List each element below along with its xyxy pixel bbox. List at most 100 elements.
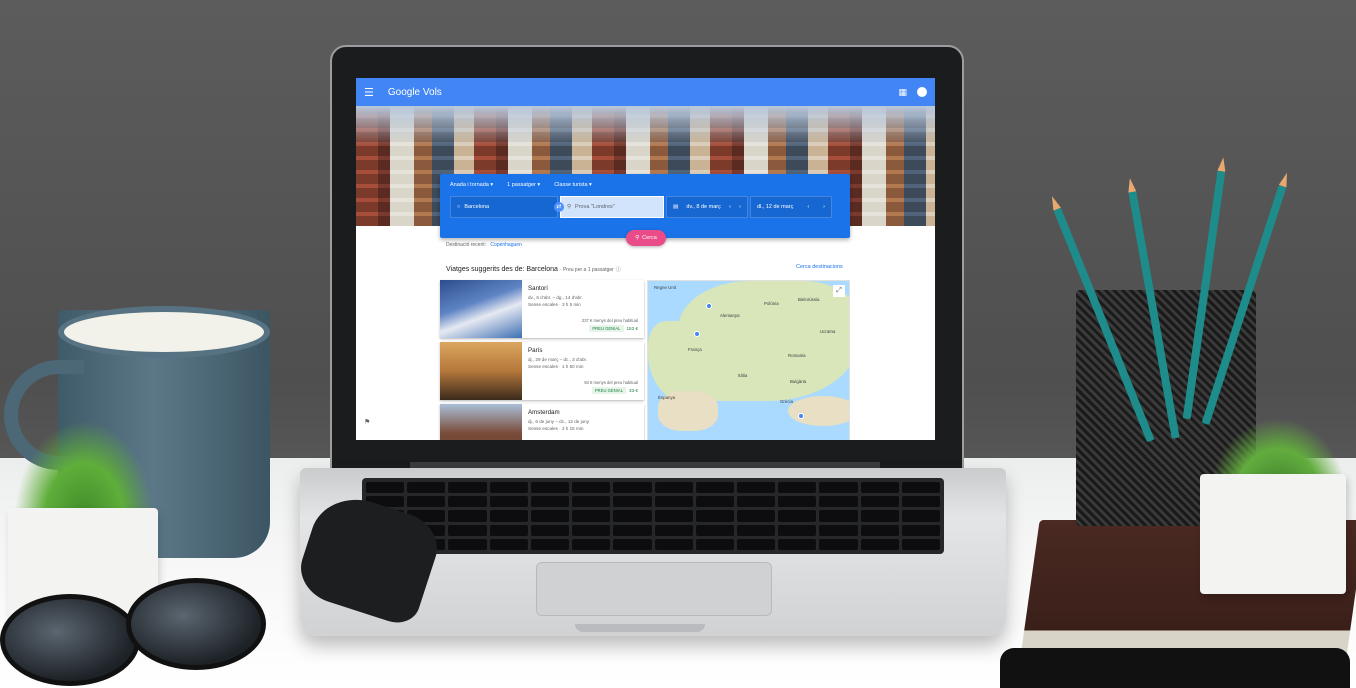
keyboard-key — [572, 510, 611, 522]
card-price-row: PREU GENIAL 33 € — [591, 387, 638, 394]
keyboard-key — [489, 482, 528, 494]
card-city: París — [528, 347, 543, 354]
keyboard-key — [489, 524, 528, 536]
keyboard-key — [736, 524, 776, 536]
trip-type-select[interactable]: Anada i tornada — [450, 182, 493, 188]
trackpad — [536, 562, 772, 616]
map-label: Romania — [788, 353, 806, 358]
keyboard-key — [736, 482, 776, 494]
map-label: Espanya — [658, 395, 676, 400]
map-label: Polònia — [764, 301, 779, 306]
keyboard-key — [819, 510, 858, 522]
card-body: Santorí dv., 6 d'abr. – dg., 14 d'abr. S… — [522, 280, 644, 338]
return-date-field[interactable]: dl., 12 de març ‹ › — [750, 196, 832, 218]
keyboard-key — [366, 482, 405, 494]
suggestion-cards: Santorí dv., 6 d'abr. – dg., 14 d'abr. S… — [440, 280, 644, 440]
main-content: Destinació recent: Copenhaguen Viatges s… — [356, 226, 935, 440]
keyboard-key — [448, 496, 487, 508]
laptop-screen: ☰ Google Vols ▦ Anada i tornada 1 passat… — [356, 78, 935, 440]
keyboard-key — [530, 482, 570, 494]
card-body: Amsterdam dj., 6 de juny – dc., 12 de ju… — [522, 404, 644, 440]
keyboard-key — [613, 510, 652, 522]
map-label: Ucraïna — [820, 329, 836, 334]
passengers-select[interactable]: 1 passatger — [507, 182, 540, 188]
keyboard-key — [736, 496, 776, 508]
card-body: París dj., 29 de març – dc., 3 d'abr. Se… — [522, 342, 644, 400]
keyboard-key — [654, 496, 693, 508]
card-info: Sense escales · 2 h 15 min — [528, 426, 584, 431]
keyboard-key — [901, 524, 940, 536]
keyboard-key — [901, 482, 940, 494]
keyboard-key — [860, 482, 899, 494]
suggestions-title: Viatges suggerits des de: Barcelona — [446, 266, 558, 273]
keyboard-key — [530, 510, 570, 522]
return-prev-icon[interactable]: ‹ — [807, 204, 809, 210]
keyboard-key — [819, 524, 858, 536]
date-next-icon[interactable]: › — [739, 204, 741, 210]
map-label: Regne Unit — [654, 285, 676, 290]
menu-icon[interactable]: ☰ — [364, 86, 374, 99]
suggestion-card-santorini[interactable]: Santorí dv., 6 d'abr. – dg., 14 d'abr. S… — [440, 280, 644, 338]
keyboard-key — [778, 510, 817, 522]
card-city: Santorí — [528, 285, 548, 292]
map-land — [788, 396, 849, 426]
card-saving: 93 € menys del preu habitual — [584, 380, 638, 385]
destination-field[interactable]: ⚲ Prova "Londres" — [560, 196, 664, 218]
map-label: Grècia — [780, 399, 793, 404]
card-price-row: PREU GENIAL 153 € — [589, 325, 638, 332]
return-next-icon[interactable]: › — [823, 204, 825, 210]
keyboard-key — [572, 482, 611, 494]
keyboard-key — [654, 524, 693, 536]
expand-icon[interactable]: ⤢ — [833, 285, 845, 297]
search-options: Anada i tornada 1 passatger Classe turis… — [450, 182, 840, 188]
keyboard-key — [778, 482, 817, 494]
feedback-icon[interactable]: ⚑ — [364, 418, 370, 426]
keyboard-key — [448, 524, 487, 536]
destinations-map[interactable]: Regne Unit Polònia Bielorússia Alemanya … — [647, 280, 850, 440]
suggestion-card-paris[interactable]: París dj., 29 de març – dc., 3 d'abr. Se… — [440, 342, 644, 400]
origin-value: Barcelona — [464, 204, 490, 210]
depart-date-field[interactable]: ▤ dv., 8 de març ‹ › — [666, 196, 748, 218]
app-title: Google Vols — [387, 86, 442, 98]
card-saving: 237 € menys del preu habitual — [581, 318, 638, 323]
map-pin[interactable] — [706, 303, 712, 309]
explore-destinations-link[interactable]: Cerca destinacions — [796, 264, 843, 270]
apps-grid-icon[interactable]: ▦ — [898, 87, 907, 98]
keyboard-key — [407, 496, 446, 508]
keyboard-key — [572, 524, 611, 536]
map-label: Itàlia — [738, 373, 748, 378]
origin-field[interactable]: ○ Barcelona — [450, 196, 558, 218]
keyboard-key — [819, 482, 858, 494]
keyboard-key — [860, 510, 899, 522]
keyboard-key — [736, 538, 776, 550]
destination-placeholder: Prova "Londres" — [575, 204, 615, 210]
keyboard-key — [778, 496, 817, 508]
return-date: dl., 12 de març — [757, 204, 794, 210]
card-city: Amsterdam — [528, 409, 560, 416]
suggestion-card-amsterdam[interactable]: Amsterdam dj., 6 de juny – dc., 12 de ju… — [440, 404, 644, 440]
deal-badge: PREU GENIAL — [589, 325, 624, 332]
map-pin[interactable] — [798, 413, 804, 419]
account-icon[interactable] — [917, 87, 927, 97]
sunglasses-lens-left — [0, 594, 140, 686]
keyboard-key — [695, 482, 734, 494]
deal-badge: PREU GENIAL — [591, 387, 627, 394]
keyboard-key — [407, 482, 446, 494]
keyboard-key — [695, 510, 734, 522]
date-prev-icon[interactable]: ‹ — [729, 204, 731, 210]
keyboard-key — [572, 538, 611, 550]
keyboard-key — [695, 496, 734, 508]
search-fields: ○ Barcelona ⇄ ⚲ Prova "Londres" ▤ dv., 8… — [450, 196, 840, 218]
keyboard-key — [778, 524, 817, 536]
sunglasses-lens-right — [126, 578, 266, 670]
recent-destination-link[interactable]: Copenhaguen — [490, 242, 521, 248]
map-pin[interactable] — [694, 331, 700, 337]
info-icon[interactable]: ⓘ — [616, 267, 621, 273]
keyboard-key — [778, 538, 817, 550]
map-label: França — [688, 347, 702, 352]
map-label: Bielorússia — [798, 297, 820, 302]
cabin-class-select[interactable]: Classe turista — [554, 182, 592, 188]
keyboard-key — [572, 496, 611, 508]
keyboard-key — [901, 510, 940, 522]
swap-icon[interactable]: ⇄ — [554, 202, 564, 212]
